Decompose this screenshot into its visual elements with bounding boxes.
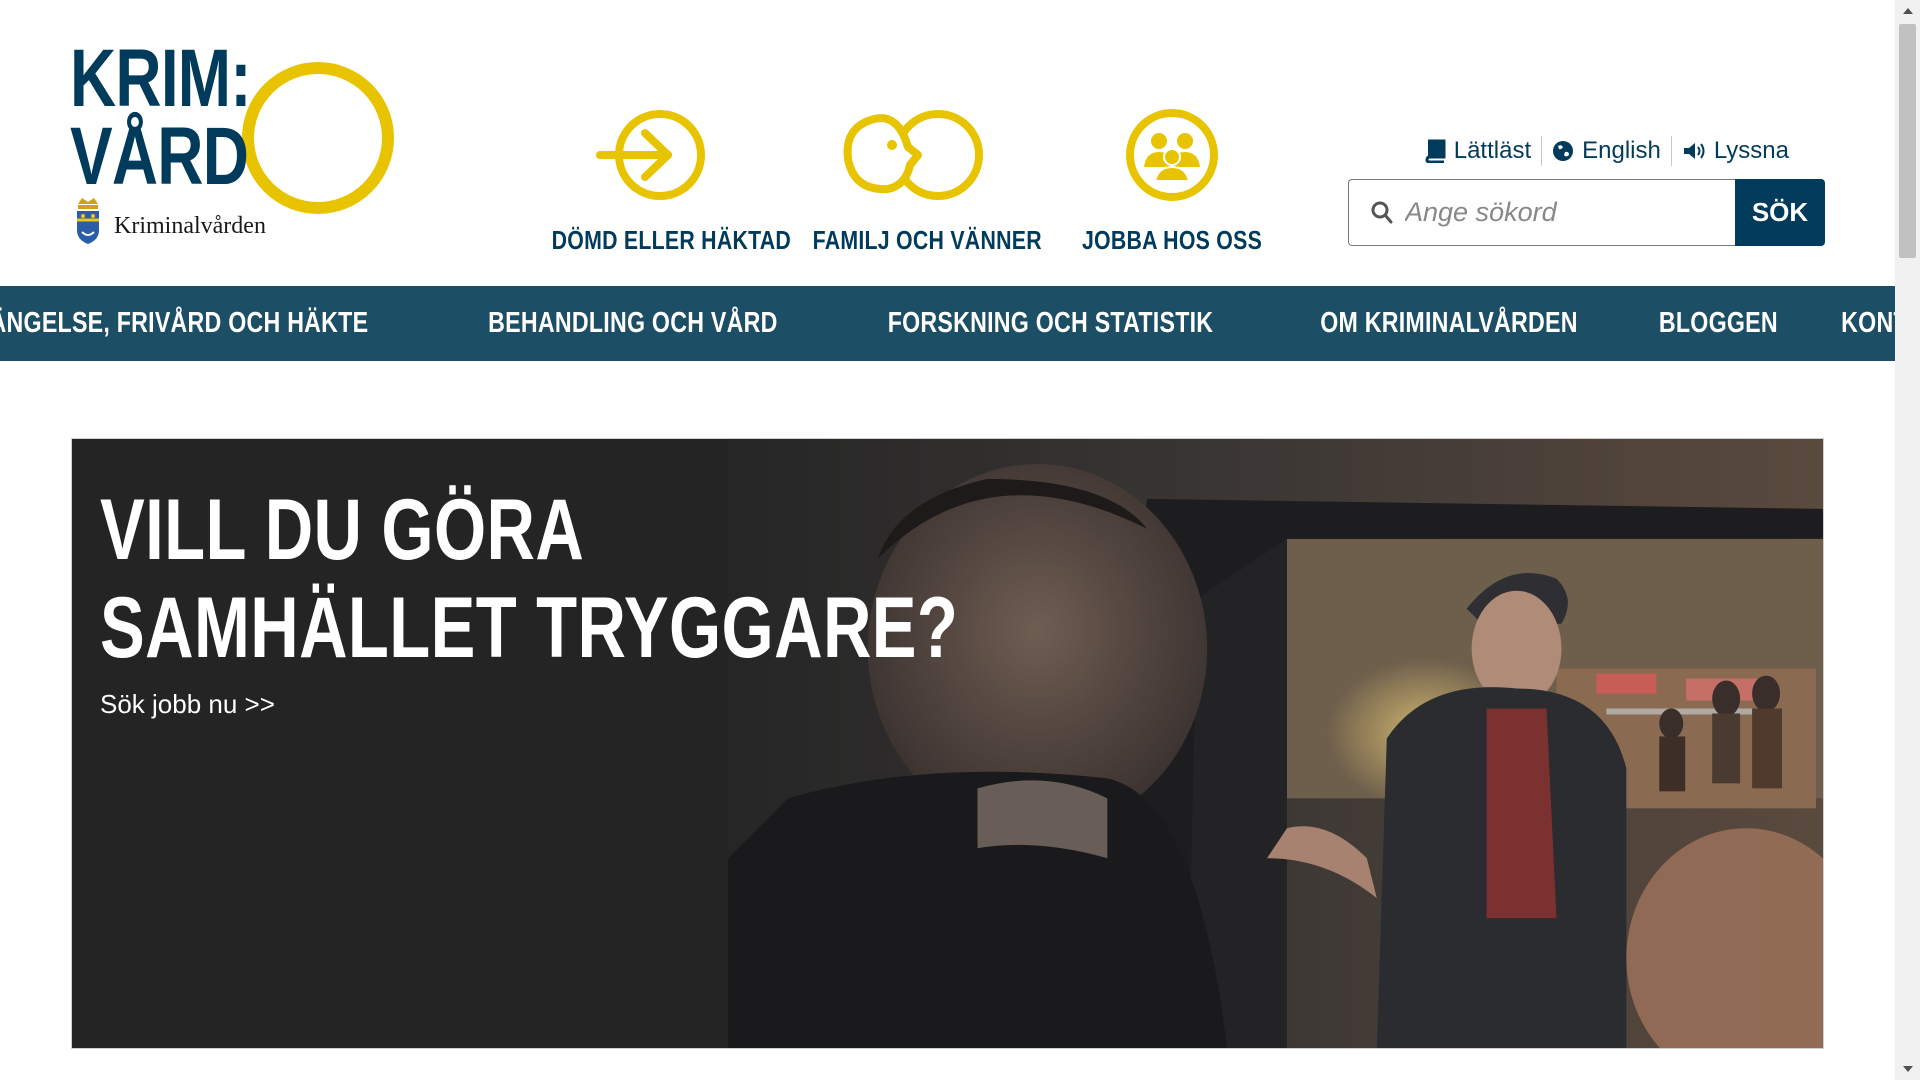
crest-icon xyxy=(77,198,99,244)
scroll-down-arrow-icon[interactable] xyxy=(1895,1058,1920,1080)
agency-name: Kriminalvården xyxy=(114,213,266,239)
group-people-icon xyxy=(1126,109,1218,201)
search-form: SÖK xyxy=(1348,179,1825,246)
easy-read-link[interactable]: Lättläst xyxy=(1414,137,1541,165)
easy-read-label: Lättläst xyxy=(1453,137,1532,164)
globe-icon xyxy=(1553,141,1574,161)
search-field-wrapper xyxy=(1348,179,1735,246)
logo-wordmark: KRIM: VÅRD xyxy=(70,33,252,202)
nav-item-bloggen[interactable]: BLOGGEN xyxy=(1638,307,1800,340)
scrollbar-thumb[interactable] xyxy=(1899,24,1916,258)
scroll-up-arrow-icon[interactable] xyxy=(1895,0,1920,22)
site-logo[interactable]: KRIM: VÅRD Kriminalvården xyxy=(70,33,394,255)
hero-banner[interactable]: VILL DU GÖRA SAMHÄLLET TRYGGARE? Sök job… xyxy=(71,438,1824,1049)
listen-link[interactable]: Lyssna xyxy=(1672,137,1799,165)
utility-links: Lättläst English Lyssna xyxy=(1414,136,1799,166)
nav-item-fangelse-frivard-och-hakte[interactable]: FÄNGELSE, FRIVÅRD OCH HÄKTE xyxy=(0,307,390,340)
page: KRIM: VÅRD Kriminalvården DÖMD ELLER HÄK… xyxy=(0,0,1920,1080)
search-button[interactable]: SÖK xyxy=(1735,179,1825,246)
listen-label: Lyssna xyxy=(1713,137,1789,164)
english-link[interactable]: English xyxy=(1542,137,1671,165)
quick-link-label: FAMILJ OCH VÄNNER xyxy=(812,225,1042,255)
nav-item-forskning-och-statistik[interactable]: FORSKNING OCH STATISTIK xyxy=(867,307,1236,340)
quick-link-domd-eller-haktad[interactable]: DÖMD ELLER HÄKTAD xyxy=(530,105,792,256)
hero-title-line-1: VILL DU GÖRA xyxy=(100,482,585,578)
quick-link-jobba-hos-oss[interactable]: JOBBA HOS OSS xyxy=(1052,105,1292,256)
speaker-icon xyxy=(1683,143,1705,159)
book-icon xyxy=(1425,139,1446,163)
hero-title-line-2: SAMHÄLLET TRYGGARE? xyxy=(100,580,959,676)
search-input[interactable] xyxy=(1405,197,1735,228)
quick-link-label: JOBBA HOS OSS xyxy=(1081,225,1263,255)
nav-item-om-kriminalvarden[interactable]: OM KRIMINALVÅRDEN xyxy=(1299,307,1600,340)
quick-link-familj-och-vanner[interactable]: FAMILJ OCH VÄNNER xyxy=(791,105,1042,256)
logo-line-1: KRIM: xyxy=(70,33,252,124)
search-icon xyxy=(1371,201,1393,223)
quick-link-label: DÖMD ELLER HÄKTAD xyxy=(551,225,792,255)
logo-ring xyxy=(242,62,394,214)
two-circles-face-icon xyxy=(843,110,983,200)
logo-line-2: VÅRD xyxy=(70,111,249,202)
nav-item-behandling-och-vard[interactable]: BEHANDLING OCH VÅRD xyxy=(466,307,799,340)
hero-cta-link[interactable]: Sök jobb nu >> xyxy=(100,689,275,720)
main-navigation: FÄNGELSE, FRIVÅRD OCH HÄKTE BEHANDLING O… xyxy=(0,286,1920,361)
vertical-scrollbar[interactable] xyxy=(1895,0,1920,1080)
hero-title: VILL DU GÖRA SAMHÄLLET TRYGGARE? xyxy=(100,481,958,677)
english-label: English xyxy=(1582,137,1661,164)
arrow-into-circle-icon xyxy=(596,110,705,200)
